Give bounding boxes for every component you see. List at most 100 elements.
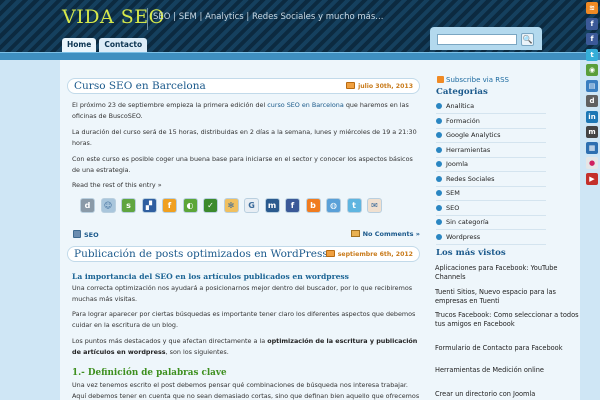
post-header: Publicación de posts optimizados en Word… — [67, 246, 420, 262]
site-title[interactable]: VIDA SEO — [62, 6, 165, 28]
post-paragraph: Una vez tenemos escrito el post debemos … — [72, 381, 420, 400]
post-date-text: julio 30th, 2013 — [358, 83, 413, 90]
post-meta: SEO No Comments » — [73, 230, 420, 240]
post-date: septiembre 6th, 2012 — [325, 247, 413, 262]
bullet-icon — [436, 132, 442, 138]
search-input[interactable] — [437, 34, 517, 45]
bullet-icon — [436, 204, 442, 211]
post-title[interactable]: Curso SEO en Barcelona — [74, 79, 206, 94]
comments-link[interactable]: No Comments » — [350, 230, 420, 238]
category-item[interactable]: Herramientas — [436, 144, 546, 158]
category-link[interactable]: SEO — [73, 230, 99, 239]
paragraph-text: Los puntos más destacados y que afectan … — [72, 337, 268, 345]
bullet-icon — [436, 175, 442, 182]
categories-heading: Categorias — [436, 87, 488, 97]
bullet-icon — [436, 146, 442, 153]
post-header: Curso SEO en Barcelona julio 30th, 2013 — [67, 78, 420, 94]
paragraph-text: , son los siguientes. — [165, 347, 229, 356]
category-label: Google Analytics — [446, 131, 501, 139]
twitter-share-icon[interactable]: t — [346, 198, 362, 213]
email-share-icon[interactable]: ✉ — [367, 198, 382, 213]
header-divider — [147, 8, 148, 30]
calendar-icon — [325, 250, 335, 257]
subscribe-rss-link[interactable]: Subscribe via RSS — [437, 76, 509, 84]
category-label: Analítica — [446, 102, 475, 110]
bullet-icon — [436, 103, 442, 109]
category-label: Joomla — [446, 160, 468, 168]
youtube-icon[interactable]: ▶ — [586, 172, 598, 185]
category-item[interactable]: SEO — [436, 202, 546, 216]
read-more-link[interactable]: Read the rest of this entry » — [72, 180, 420, 191]
category-item[interactable]: SEM — [436, 187, 546, 201]
category-item[interactable]: Analítica — [436, 100, 546, 114]
nav-home[interactable]: Home — [62, 38, 97, 52]
myspace-icon[interactable]: m — [586, 126, 598, 138]
post-title[interactable]: Publicación de posts optimizados en Word… — [74, 247, 328, 262]
bullet-icon — [436, 219, 442, 225]
blogger-share-icon[interactable]: b — [305, 198, 321, 213]
twitter-icon[interactable]: t — [586, 48, 598, 61]
category-text: SEO — [84, 231, 99, 239]
comments-icon — [350, 230, 360, 237]
category-label: SEO — [446, 203, 460, 212]
post-date-text: septiembre 6th, 2012 — [337, 251, 413, 258]
category-item[interactable]: Redes Sociales — [436, 173, 546, 187]
bullet-icon — [436, 190, 442, 196]
category-item[interactable]: Formación — [436, 115, 546, 129]
sphinn-share-icon[interactable]: ✓ — [203, 198, 218, 213]
digg-share-icon[interactable]: d — [80, 198, 95, 213]
nav-contacto[interactable]: Contacto — [99, 38, 148, 52]
post-paragraph: Para lograr aparecer por ciertas búsqued… — [72, 310, 416, 329]
comments-text: No Comments » — [362, 230, 420, 238]
delicious-icon[interactable]: ▦ — [586, 141, 598, 154]
facebook-share-icon[interactable]: f — [285, 198, 300, 213]
post-paragraph: Los puntos más destacados y que afectan … — [72, 336, 420, 357]
rss-icon[interactable]: ≋ — [586, 2, 598, 14]
category-label: Formación — [446, 116, 480, 125]
header-bar — [0, 52, 600, 60]
site-description: SEO | SEM | Analytics | Redes Sociales y… — [153, 12, 384, 22]
most-viewed-item[interactable]: Crear un directorio con Joomla — [435, 390, 580, 399]
category-item[interactable]: Wordpress — [436, 231, 546, 245]
facebook-icon[interactable]: f — [586, 33, 598, 45]
netvibes-share-icon[interactable]: ✻ — [223, 198, 239, 213]
google-share-icon[interactable]: G — [244, 198, 259, 213]
category-label: SEM — [446, 189, 460, 197]
facebook-icon[interactable]: f — [586, 17, 598, 30]
main-nav: Home Contacto — [62, 38, 148, 52]
most-viewed-item[interactable]: Formulario de Contacto para Facebook — [435, 344, 580, 353]
post-paragraph: Una correcta optimización nos ayudará a … — [72, 284, 413, 303]
most-viewed-item[interactable]: Trucos Facebook: Como seleccionar a todo… — [435, 311, 580, 329]
flickr-icon[interactable]: ● — [586, 157, 598, 169]
category-label: Herramientas — [446, 145, 491, 154]
most-viewed-item[interactable]: Tuenti Sitios, Nuevo espacio para las em… — [435, 288, 580, 306]
chat-share-icon[interactable]: ◐ — [182, 198, 198, 213]
myspace-share-icon[interactable]: m — [264, 198, 280, 213]
category-item[interactable]: Joomla — [436, 158, 546, 172]
category-label: Wordpress — [446, 232, 481, 241]
post-paragraph: El próximo 23 de septiembre empieza la p… — [72, 100, 420, 121]
category-item[interactable]: Google Analytics — [436, 129, 546, 143]
most-viewed-item[interactable]: Aplicaciones para Facebook: YouTube Chan… — [435, 264, 580, 282]
search-button[interactable]: 🔍 — [521, 33, 534, 46]
stumbleupon-share-icon[interactable]: s — [121, 198, 136, 213]
category-label: Redes Sociales — [446, 174, 495, 183]
delicious-share-icon[interactable]: ▞ — [141, 198, 157, 213]
linkedin-icon[interactable]: in — [586, 110, 598, 123]
post-paragraph: La duración del curso será de 15 horas, … — [72, 128, 417, 147]
site-header: VIDA SEO SEO | SEM | Analytics | Redes S… — [0, 0, 600, 52]
reddit-share-icon[interactable]: ☺ — [100, 198, 116, 213]
bullet-icon — [436, 117, 442, 124]
chat-icon[interactable]: ◉ — [586, 64, 598, 76]
bullet-icon — [436, 161, 442, 167]
inline-link[interactable]: curso SEO en Barcelona — [267, 101, 344, 109]
friendfeed-share-icon[interactable]: f — [162, 198, 177, 213]
post-subheading: La importancia del SEO en los artículos … — [72, 272, 349, 281]
section-heading: 1.- Definición de palabras clave — [72, 368, 227, 378]
globe-share-icon[interactable]: ◍ — [326, 198, 341, 213]
digg-icon[interactable]: d — [586, 95, 598, 107]
most-viewed-item[interactable]: Herramientas de Medición online — [435, 366, 580, 375]
delicious-icon[interactable]: ▤ — [586, 79, 598, 92]
social-icons-column: ≋ f f t ◉ ▤ d in m ▦ ● ▶ — [584, 0, 600, 300]
category-item[interactable]: Sin categoría — [436, 216, 546, 230]
